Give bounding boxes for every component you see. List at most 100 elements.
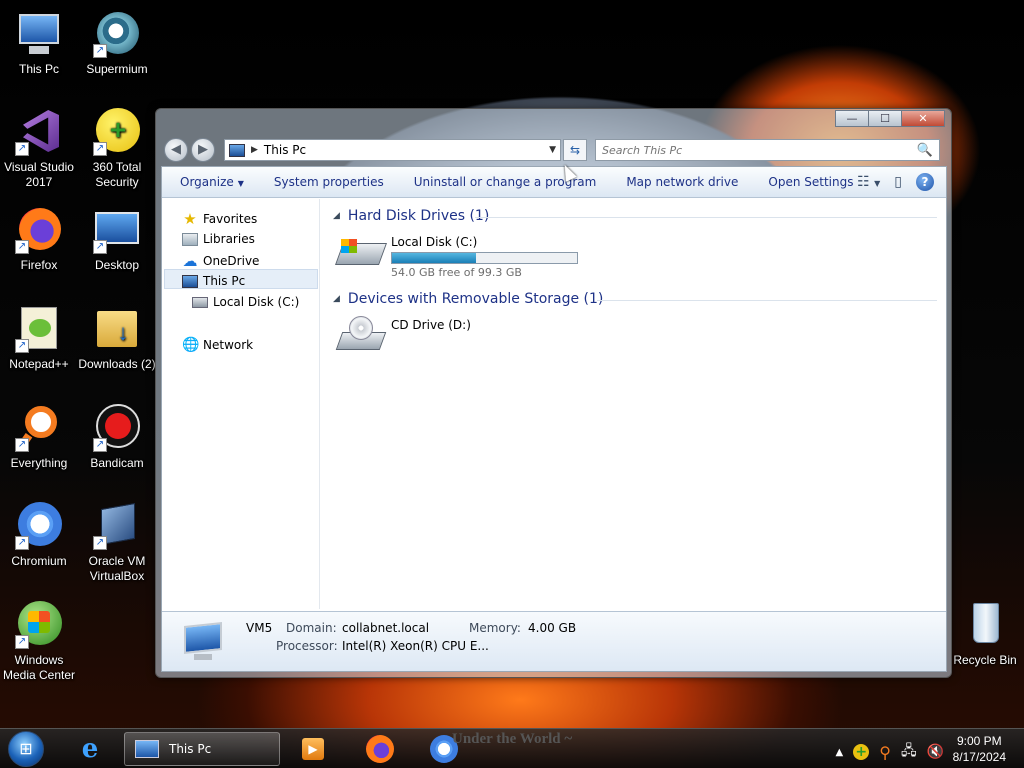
address-row: ◀ ▶ ▶ This Pc ▼ ⇆ 🔍: [164, 137, 943, 163]
nav-item-local-disk[interactable]: Local Disk (C:): [192, 295, 299, 309]
desktop-icon-desktop[interactable]: ↗ Desktop: [78, 206, 156, 273]
view-options-icon[interactable]: ☷ ▼: [857, 174, 880, 190]
drive-name: Local Disk (C:): [391, 235, 478, 249]
maximize-button[interactable]: ☐: [868, 110, 902, 127]
media-center-icon: ↗: [15, 601, 63, 649]
forward-button[interactable]: ▶: [191, 138, 215, 162]
domain-value: collabnet.local: [342, 621, 430, 635]
media-player-icon: ▶: [302, 738, 324, 760]
chevron-down-icon[interactable]: ▼: [549, 145, 556, 155]
hard-drive-icon: [334, 233, 388, 271]
clock-date: 8/17/2024: [952, 750, 1006, 764]
desktop-icon-visual-studio[interactable]: ↗ Visual Studio 2017: [0, 108, 78, 190]
computer-icon: [135, 740, 159, 758]
processor-value: Intel(R) Xeon(R) CPU E...: [342, 639, 489, 653]
drive-free-space: 54.0 GB free of 99.3 GB: [391, 266, 522, 279]
desktop-icon-downloads[interactable]: ↓ Downloads (2): [78, 305, 156, 372]
memory-value: 4.00 GB: [528, 621, 577, 635]
computer-icon: [180, 622, 226, 662]
system-tray: ▲ + ⚲ 🖧 🔇: [826, 740, 944, 764]
nav-item-this-pc[interactable]: This Pc: [182, 274, 245, 288]
domain-label: Domain:: [286, 621, 337, 635]
drive-name: CD Drive (D:): [391, 318, 471, 332]
drive-icon: [192, 296, 208, 308]
drive-info: Local Disk (C:) 54.0 GB free of 99.3 GB: [391, 233, 578, 279]
chromium-icon: ↗: [15, 502, 63, 550]
nav-item-network[interactable]: 🌐 Network: [182, 337, 253, 353]
windows-logo-icon: ⊞: [19, 739, 33, 758]
system-properties-button[interactable]: System properties: [274, 175, 384, 189]
desktop-icon-supermium[interactable]: ↗ Supermium: [78, 10, 156, 77]
desktop-icon-notepad[interactable]: ↗ Notepad++: [0, 305, 78, 372]
nav-item-libraries[interactable]: Libraries: [182, 232, 255, 246]
computer-name: VM5: [246, 621, 273, 635]
capacity-bar: [391, 252, 578, 264]
capacity-bar-fill: [392, 253, 477, 263]
explorer-content-frame: Organize ▼ System properties Uninstall or…: [161, 166, 947, 672]
security-icon: + ↗: [93, 108, 141, 156]
clock-time: 9:00 PM: [956, 734, 1002, 748]
internet-explorer-icon: e: [81, 734, 99, 764]
group-divider: [597, 300, 937, 301]
content-pane: ◢ Hard Disk Drives (1) Local Disk (C:) 5…: [327, 199, 946, 609]
processor-label: Processor:: [276, 639, 338, 653]
organize-button[interactable]: Organize ▼: [180, 175, 244, 189]
help-icon[interactable]: ?: [916, 173, 934, 191]
drive-local-disk-c[interactable]: Local Disk (C:) 54.0 GB free of 99.3 GB: [334, 233, 578, 279]
details-pane: VM5 Domain: collabnet.local Memory: 4.00…: [162, 611, 946, 671]
breadcrumb-chevron-icon[interactable]: ▶: [251, 145, 258, 155]
firefox-icon: ↗: [15, 206, 63, 254]
explorer-window: — ☐ ✕ ◀ ▶ ▶ This Pc ▼ ⇆ 🔍 Organize▼ Syst…: [155, 108, 952, 678]
search-input[interactable]: [602, 143, 917, 157]
desktop-icon: ↗: [93, 206, 141, 254]
preview-pane-icon[interactable]: ▯: [894, 174, 902, 190]
record-icon: ↗: [93, 404, 141, 452]
taskbar-internet-explorer[interactable]: e: [68, 733, 112, 765]
visual-studio-icon: ↗: [15, 108, 63, 156]
clock[interactable]: 9:00 PM 8/17/2024: [953, 733, 1006, 765]
nav-item-onedrive[interactable]: ☁ OneDrive: [182, 253, 260, 269]
star-icon: ★: [183, 210, 197, 228]
open-settings-button[interactable]: Open Settings: [768, 175, 853, 189]
refresh-button[interactable]: ⇆: [563, 139, 587, 161]
network-icon[interactable]: 🖧: [901, 740, 917, 764]
recycle-bin-icon: [961, 601, 1009, 649]
toolbar-right: ☷ ▼ ▯ ?: [843, 173, 934, 191]
address-bar[interactable]: ▶ This Pc ▼: [224, 139, 561, 161]
cd-drive-icon: [335, 316, 387, 354]
back-button[interactable]: ◀: [164, 138, 188, 162]
drive-cd-d[interactable]: CD Drive (D:): [335, 316, 471, 354]
desktop-icon-media-center[interactable]: ↗ Windows Media Center: [0, 601, 78, 683]
desktop-icon-this-pc[interactable]: This Pc: [0, 10, 78, 77]
virtualbox-icon: ↗: [93, 502, 141, 550]
group-removable-storage[interactable]: ◢ Devices with Removable Storage (1): [333, 291, 603, 307]
search-tray-icon[interactable]: ⚲: [879, 743, 891, 762]
desktop-icon-chromium[interactable]: ↗ Chromium: [0, 502, 78, 569]
desktop-icon-firefox[interactable]: ↗ Firefox: [0, 206, 78, 273]
desktop-icon-virtualbox[interactable]: ↗ Oracle VM VirtualBox: [78, 502, 156, 584]
nav-item-favorites[interactable]: ★ Favorites: [182, 211, 257, 227]
desktop-icon-360-security[interactable]: + ↗ 360 Total Security: [78, 108, 156, 190]
search-box: 🔍: [595, 139, 940, 161]
up-arrow-icon[interactable]: ▲: [836, 747, 844, 758]
desktop-icon-everything[interactable]: ↗ Everything: [0, 404, 78, 471]
volume-muted-icon[interactable]: 🔇: [927, 744, 944, 760]
breadcrumb-this-pc[interactable]: This Pc: [264, 143, 549, 157]
network-globe-icon: 🌐: [182, 337, 200, 353]
search-icon[interactable]: 🔍: [917, 143, 933, 158]
group-hard-disk-drives[interactable]: ◢ Hard Disk Drives (1): [333, 208, 489, 224]
taskbar-task-this-pc[interactable]: This Pc: [124, 732, 280, 766]
start-button[interactable]: ⊞: [8, 731, 44, 767]
computer-icon: [182, 274, 198, 288]
minimize-button[interactable]: —: [835, 110, 869, 127]
command-bar: Organize ▼ System properties Uninstall or…: [162, 167, 946, 198]
desktop-icon-bandicam[interactable]: ↗ Bandicam: [78, 404, 156, 471]
close-button[interactable]: ✕: [901, 110, 945, 127]
taskbar-firefox[interactable]: [358, 733, 402, 765]
security-tray-icon[interactable]: +: [853, 744, 870, 760]
map-network-drive-button[interactable]: Map network drive: [626, 175, 738, 189]
desktop-icon-recycle-bin[interactable]: Recycle Bin: [946, 601, 1024, 668]
navigation-pane: ★ Favorites Libraries ☁ OneDrive This Pc…: [162, 199, 320, 609]
group-divider: [475, 217, 937, 218]
taskbar-media-player[interactable]: ▶: [291, 733, 335, 765]
